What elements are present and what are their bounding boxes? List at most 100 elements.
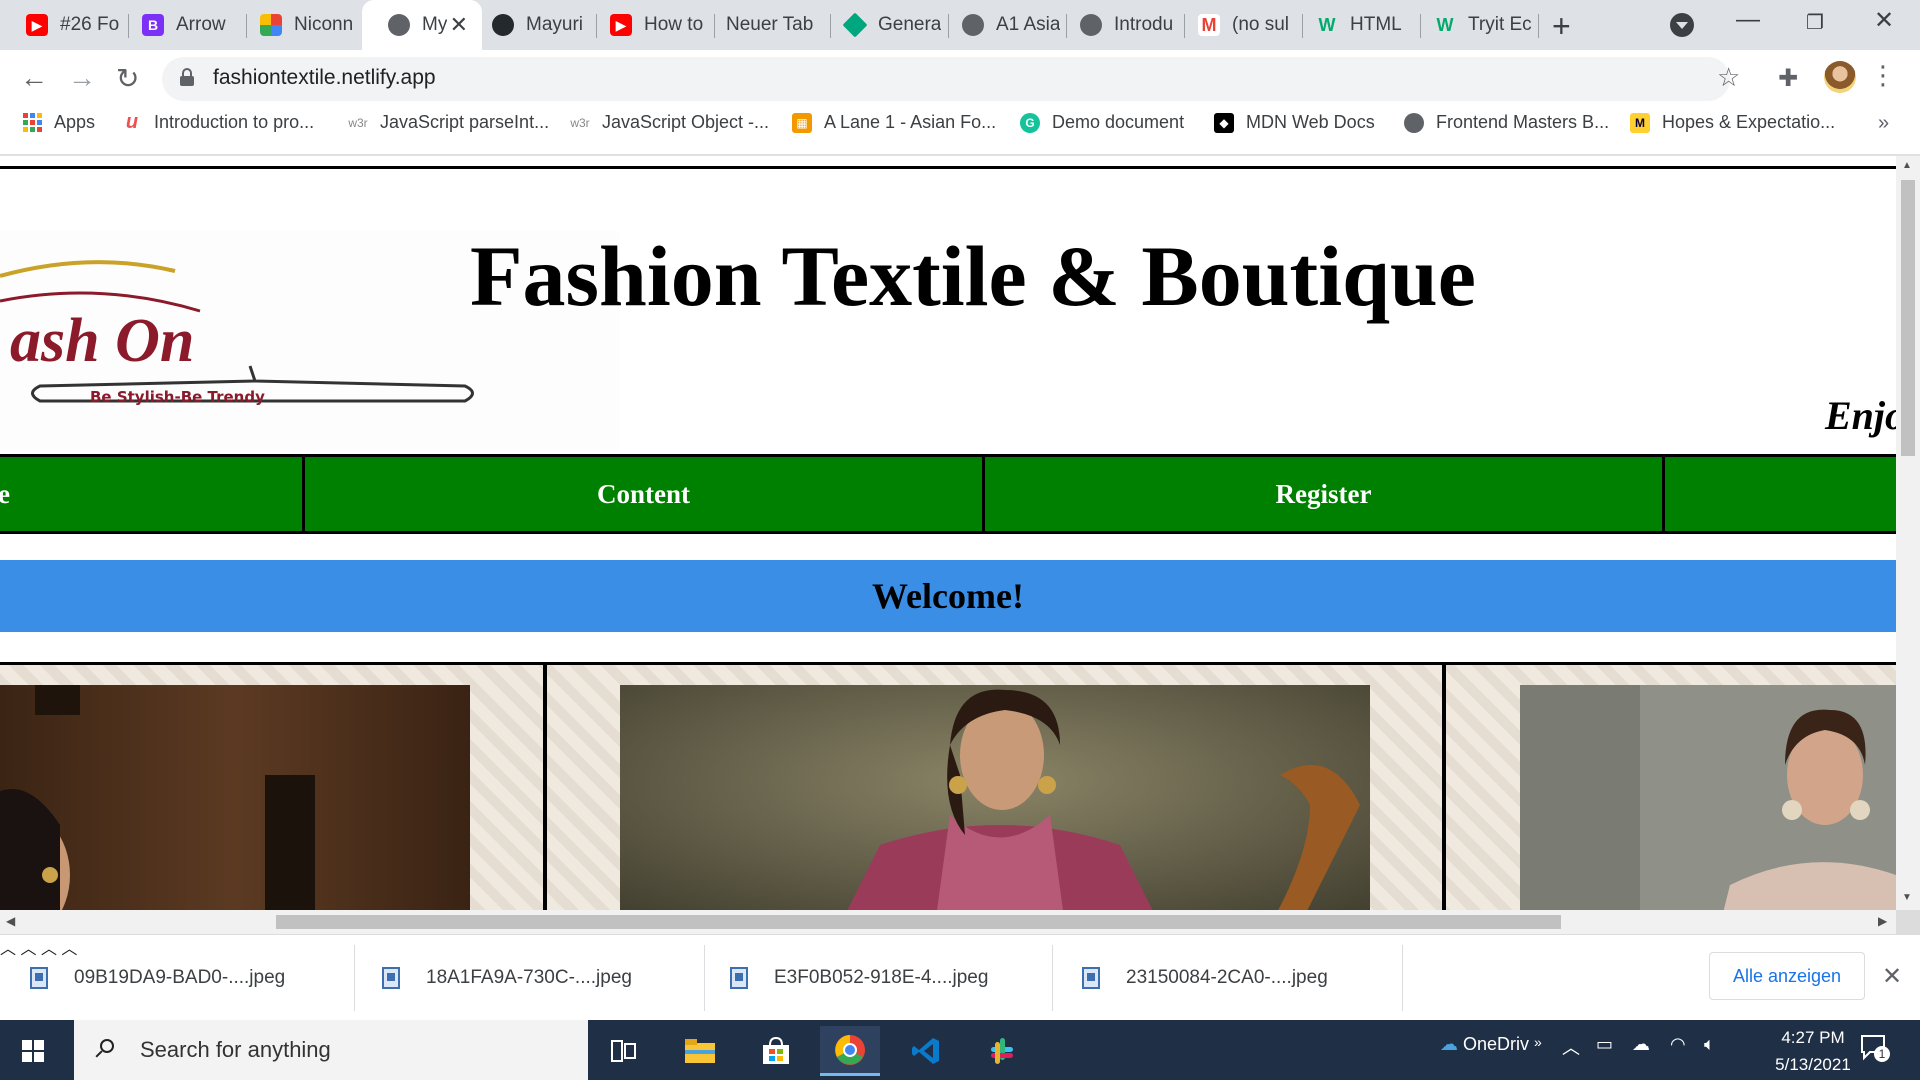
download-item[interactable]: E3F0B052-918E-4....jpeg — [730, 935, 988, 1021]
minimize-window-button[interactable]: — — [1736, 6, 1760, 34]
bookmark-item[interactable]: w3r JavaScript parseInt... — [348, 112, 549, 133]
globe-icon — [388, 14, 410, 36]
tab-title: Genera — [878, 14, 942, 35]
task-view-icon[interactable] — [594, 1026, 654, 1076]
browser-tab[interactable]: M (no sul — [1172, 0, 1300, 50]
chrome-taskbar-icon[interactable] — [820, 1026, 880, 1076]
back-button[interactable]: ← — [20, 62, 48, 94]
reload-button[interactable]: ↻ — [116, 62, 139, 95]
bookmark-item[interactable]: Frontend Masters B... — [1404, 112, 1609, 133]
page-top-border — [0, 166, 1896, 169]
browser-tab[interactable]: ▶ #26 Fo — [0, 0, 128, 50]
browser-tab[interactable]: Mayuri — [466, 0, 594, 50]
bookmark-item[interactable]: u Introduction to pro... — [122, 111, 315, 133]
show-hidden-icons-chevron-icon[interactable]: ︿ — [1562, 1034, 1580, 1060]
show-all-downloads-button[interactable]: Alle anzeigen — [1709, 952, 1865, 1000]
new-tab-button[interactable]: + — [1552, 8, 1571, 45]
downloads-shelf: 09B19DA9-BAD0-....jpeg ︿ 18A1FA9A-730C-.… — [0, 934, 1920, 1020]
download-item[interactable]: 23150084-2CA0-....jpeg — [1082, 935, 1328, 1021]
nav-item-next[interactable] — [1665, 457, 1896, 531]
vertical-scrollbar[interactable]: ▲ ▼ — [1896, 156, 1920, 910]
nav-item-register[interactable]: Register — [985, 457, 1665, 531]
close-downloads-icon[interactable]: ✕ — [1882, 962, 1902, 991]
tab-title: Arrow — [176, 14, 226, 35]
browser-menu-icon[interactable]: ⋮ — [1870, 60, 1896, 91]
gallery-photo[interactable] — [620, 685, 1370, 910]
browser-tab[interactable]: B Arrow — [116, 0, 244, 50]
w3r-icon: w3r — [348, 115, 368, 130]
bookmark-label: Hopes & Expectatio... — [1662, 112, 1836, 132]
nav-item-home[interactable]: e — [0, 457, 305, 531]
bookmark-item[interactable]: ◆ MDN Web Docs — [1214, 112, 1375, 133]
gallery-divider — [1442, 665, 1446, 910]
taskbar-clock[interactable]: 4:27 PM 5/13/2021 — [1758, 1024, 1868, 1078]
bookmark-label: Apps — [54, 112, 96, 132]
page-title: Fashion Textile & Boutique — [470, 228, 1476, 324]
model-photo-image — [1520, 685, 1896, 910]
vscode-icon[interactable] — [896, 1026, 956, 1076]
microsoft-store-icon[interactable] — [746, 1026, 806, 1076]
cloud-sync-icon[interactable]: ☁ — [1632, 1034, 1650, 1055]
profile-avatar[interactable] — [1824, 61, 1856, 93]
browser-tab[interactable]: Introdu — [1054, 0, 1182, 50]
download-item[interactable]: 09B19DA9-BAD0-....jpeg — [30, 935, 285, 1021]
chevron-up-icon[interactable]: ︿ — [0, 941, 16, 958]
niconne-icon — [260, 14, 282, 36]
windows-start-button[interactable] — [22, 1040, 44, 1062]
bookmark-label: Introduction to pro... — [154, 112, 315, 132]
browser-tab[interactable]: Genera — [818, 0, 946, 50]
tab-title: My — [422, 14, 448, 35]
download-filename: E3F0B052-918E-4....jpeg — [774, 967, 989, 988]
site-navbar: e Content Register — [0, 454, 1896, 534]
browser-tab[interactable]: W Tryit Ec — [1408, 0, 1536, 50]
taskbar-search-box[interactable]: Search for anything — [74, 1020, 588, 1080]
youtube-icon: ▶ — [610, 14, 632, 36]
bookmark-item[interactable]: G Demo document — [1020, 112, 1184, 133]
w3schools-icon: W — [1436, 14, 1454, 35]
browser-tab[interactable]: W HTML — [1290, 0, 1418, 50]
search-placeholder: Search for anything — [140, 1037, 331, 1062]
browser-tab[interactable]: Niconn — [234, 0, 362, 50]
gallery-photo[interactable] — [1520, 685, 1896, 910]
battery-icon[interactable]: ▭ — [1596, 1034, 1613, 1055]
restore-window-button[interactable]: ❐ — [1806, 10, 1824, 35]
bookmark-item[interactable]: w3r JavaScript Object -... — [570, 112, 769, 133]
horizontal-scrollbar[interactable]: ◀ ▶ — [0, 910, 1896, 934]
lock-icon[interactable] — [180, 68, 194, 86]
bookmark-item[interactable]: Apps — [22, 112, 95, 133]
download-item[interactable]: 18A1FA9A-730C-....jpeg — [382, 935, 632, 1021]
url-text[interactable]: fashiontextile.netlify.app — [213, 66, 436, 90]
bookmarks-overflow-button[interactable]: » — [1878, 112, 1889, 135]
horizontal-scroll-thumb[interactable] — [276, 915, 1561, 929]
scroll-right-arrow-icon[interactable]: ▶ — [1878, 914, 1887, 928]
browser-tab[interactable]: ▶ How to — [584, 0, 712, 50]
diamond-icon — [842, 12, 868, 38]
scrollbar-corner — [1896, 910, 1920, 934]
bookmark-item[interactable]: ▦ A Lane 1 - Asian Fo... — [792, 112, 996, 133]
slack-icon[interactable] — [972, 1026, 1032, 1076]
globe-icon — [1080, 14, 1102, 36]
scroll-left-arrow-icon[interactable]: ◀ — [6, 914, 15, 928]
wifi-icon[interactable]: ◠ — [1670, 1034, 1686, 1055]
nav-item-content[interactable]: Content — [305, 457, 985, 531]
browser-tab-active[interactable]: My ✕ — [362, 0, 482, 50]
close-window-button[interactable]: ✕ — [1874, 6, 1894, 35]
scroll-up-arrow-icon[interactable]: ▲ — [1902, 160, 1912, 171]
forward-button[interactable]: → — [68, 62, 96, 94]
gallery-photo[interactable] — [0, 685, 470, 910]
bookmark-item[interactable]: M Hopes & Expectatio... — [1630, 112, 1835, 133]
clock-time: 4:27 PM — [1781, 1028, 1845, 1047]
nav-item-label: e — [0, 478, 10, 509]
tab-search-button[interactable] — [1670, 13, 1694, 37]
onedrive-tray-item[interactable]: ☁ OneDriv » — [1440, 1034, 1542, 1055]
browser-tab[interactable]: A1 Asia — [936, 0, 1064, 50]
volume-icon[interactable]: 🔈︎ — [1704, 1034, 1715, 1055]
vertical-scroll-thumb[interactable] — [1901, 180, 1915, 456]
w3r-icon: w3r — [570, 115, 590, 130]
file-explorer-icon[interactable] — [670, 1026, 730, 1076]
extensions-puzzle-icon[interactable]: ✚ — [1778, 64, 1798, 93]
scroll-down-arrow-icon[interactable]: ▼ — [1902, 892, 1912, 903]
action-center-icon[interactable]: 1 — [1860, 1032, 1890, 1062]
bookmark-star-icon[interactable]: ☆ — [1717, 62, 1740, 93]
browser-tab[interactable]: Neuer Tab — [700, 0, 828, 50]
